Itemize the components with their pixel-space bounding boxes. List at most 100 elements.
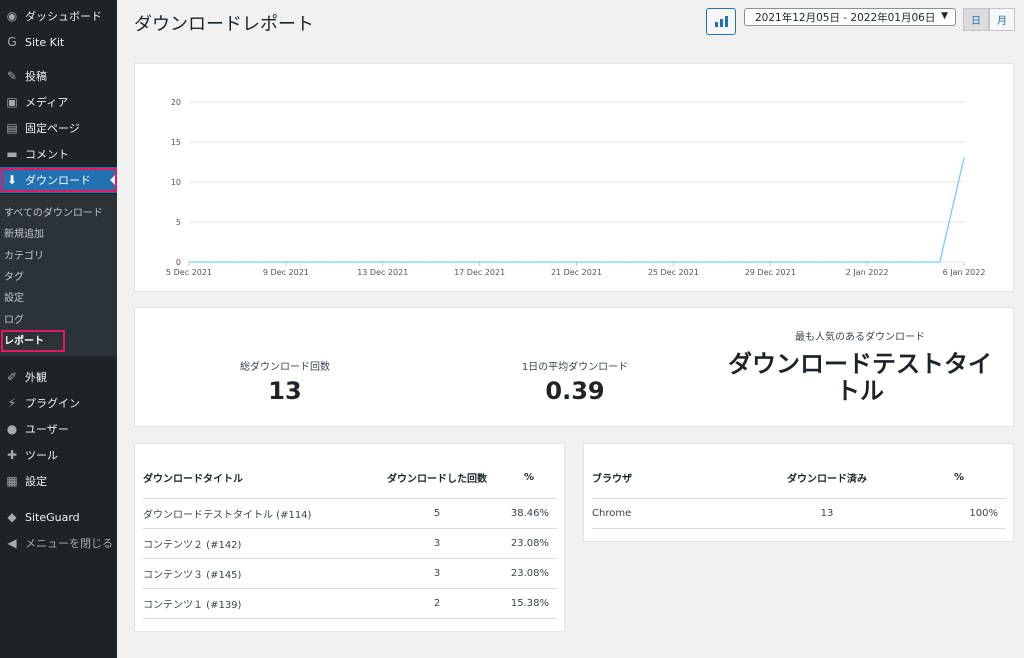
current-menu-caret [110,173,117,187]
y-tick-label: 10 [171,178,181,187]
table-cell: コンテンツ３ (#145) [143,558,373,589]
sidebar-item-9[interactable]: ● ユーザー [0,416,117,442]
stat-total: 総ダウンロード回数 13 [135,358,435,405]
sidebar-item-label: メディア [25,96,69,109]
sidebar-item-label: SiteGuard [25,510,80,524]
y-tick-label: 20 [171,98,181,107]
data-point [454,261,457,263]
stat-average: 1日の平均ダウンロード 0.39 [425,358,725,405]
data-point [236,261,239,263]
page-icon: ▤ [6,121,18,135]
google-icon: G [7,35,17,49]
sidebar-item-label: ダッシュボード [25,10,102,23]
sidebar-item-label: 固定ページ [25,122,80,135]
plugin-icon: ⚡ [7,396,17,410]
date-range-value: 2021年12月05日 - 2022年01月06日 [755,11,936,24]
table-header-row: ブラウザ ダウンロード済み % [592,458,1006,499]
sidebar-item-label: コメント [25,148,69,161]
sidebar-item-1[interactable]: G Site Kit [0,29,117,55]
x-tick-label: 9 Dec 2021 [263,268,309,277]
data-point [406,261,408,263]
stat-average-value: 0.39 [545,377,605,405]
sidebar-item-11[interactable]: ▦ 設定 [0,468,117,494]
sidebar-item-label: 投稿 [25,70,47,83]
data-point [261,261,263,263]
table-cell: 15.38% [501,588,557,619]
table-row: コンテンツ２ (#142) 3 23.08% [143,528,557,559]
submenu-item-2[interactable]: カテゴリ [4,247,44,262]
appearance-icon: ✐ [6,370,18,384]
sidebar-item-13[interactable]: ◀ メニューを閉じる [0,530,117,556]
stat-popular: 最も人気のあるダウンロード ダウンロードテストタイトル [715,328,1005,405]
period-day-button[interactable]: 日 [963,8,989,31]
browser-table: ブラウザ ダウンロード済み % Chrome 13 100% [592,458,1006,529]
table-cell: 23.08% [501,558,557,589]
submenu-item-1[interactable]: 新規追加 [4,225,44,240]
data-point [188,261,190,263]
table-row: コンテンツ３ (#145) 3 23.08% [143,558,557,589]
date-range-select[interactable]: 2021年12月05日 - 2022年01月06日 ▼ [744,8,956,26]
download-submenu: すべてのダウンロード 新規追加カテゴリタグ設定ログレポート [0,194,117,356]
downloads-table: ダウンロードタイトル ダウンロードした回数 % ダウンロードテストタイトル (#… [143,458,557,619]
sidebar-item-3[interactable]: ▣ メディア [0,89,117,115]
table-header-row: ダウンロードタイトル ダウンロードした回数 % [143,458,557,499]
sidebar-item-12[interactable]: ◆ SiteGuard [0,504,117,530]
chart-toggle-button[interactable] [706,8,736,35]
table-cell: 100% [912,498,1006,529]
sidebar-item-2[interactable]: ✎ 投稿 [0,63,117,89]
data-point [285,261,287,263]
sidebar-item-8[interactable]: ⚡ プラグイン [0,390,117,416]
table-cell: Chrome [592,498,742,529]
data-point [430,261,432,263]
data-point [745,261,747,263]
table-row: Chrome 13 100% [592,498,1006,529]
column-header-percent: % [912,458,1006,499]
sidebar-item-6[interactable]: ⬇ ダウンロード [0,167,117,193]
submenu-item-4[interactable]: 設定 [4,289,24,304]
y-tick-label: 5 [176,218,181,227]
sidebar-item-0[interactable]: ◉ ダッシュボード [0,3,117,29]
sidebar-item-label: ダウンロード [25,174,91,187]
table-cell: ダウンロードテストタイトル (#114) [143,498,373,529]
sidebar-item-7[interactable]: ✐ 外観 [0,364,117,390]
period-month-button[interactable]: 月 [989,8,1015,31]
table-cell: 38.46% [501,498,557,529]
data-point [769,261,771,263]
chevron-down-icon: ▼ [941,11,948,21]
table-cell: コンテンツ１ (#139) [143,588,373,619]
sidebar-item-label: ツール [25,449,58,462]
x-tick-label: 6 Jan 2022 [943,268,986,277]
sidebar-item-5[interactable]: ▬ コメント [0,141,117,167]
x-tick-label: 17 Dec 2021 [454,268,505,277]
data-point [939,261,941,263]
data-point [624,261,626,263]
table-row: コンテンツ１ (#139) 2 15.38% [143,588,557,619]
data-point [503,261,505,263]
stat-popular-label: 最も人気のあるダウンロード [795,332,925,343]
settings-icon: ▦ [6,474,18,488]
collapse-icon: ◀ [7,536,17,550]
table-row: ダウンロードテストタイトル (#114) 5 38.46% [143,498,557,529]
user-icon: ● [6,422,18,436]
sidebar-item-4[interactable]: ▤ 固定ページ [0,115,117,141]
data-point [382,261,384,263]
table-cell: 3 [373,558,501,589]
data-point [890,261,892,263]
submenu-item-0[interactable]: すべてのダウンロード [4,204,103,219]
data-point [575,261,578,263]
sidebar-item-label: 設定 [25,475,47,488]
data-point [479,261,481,263]
column-header-browser: ブラウザ [592,458,742,499]
table-cell: 23.08% [501,528,557,559]
data-point [696,261,699,263]
y-tick-label: 0 [176,258,181,267]
comment-icon: ▬ [6,147,18,161]
data-point [309,261,311,263]
submenu-item-6[interactable]: レポート [4,332,44,347]
sidebar-item-10[interactable]: ✚ ツール [0,442,117,468]
data-point [842,261,844,263]
data-point [914,261,917,263]
submenu-item-5[interactable]: ログ [4,311,24,326]
x-tick-label: 29 Dec 2021 [745,268,796,277]
submenu-item-3[interactable]: タグ [4,268,24,283]
